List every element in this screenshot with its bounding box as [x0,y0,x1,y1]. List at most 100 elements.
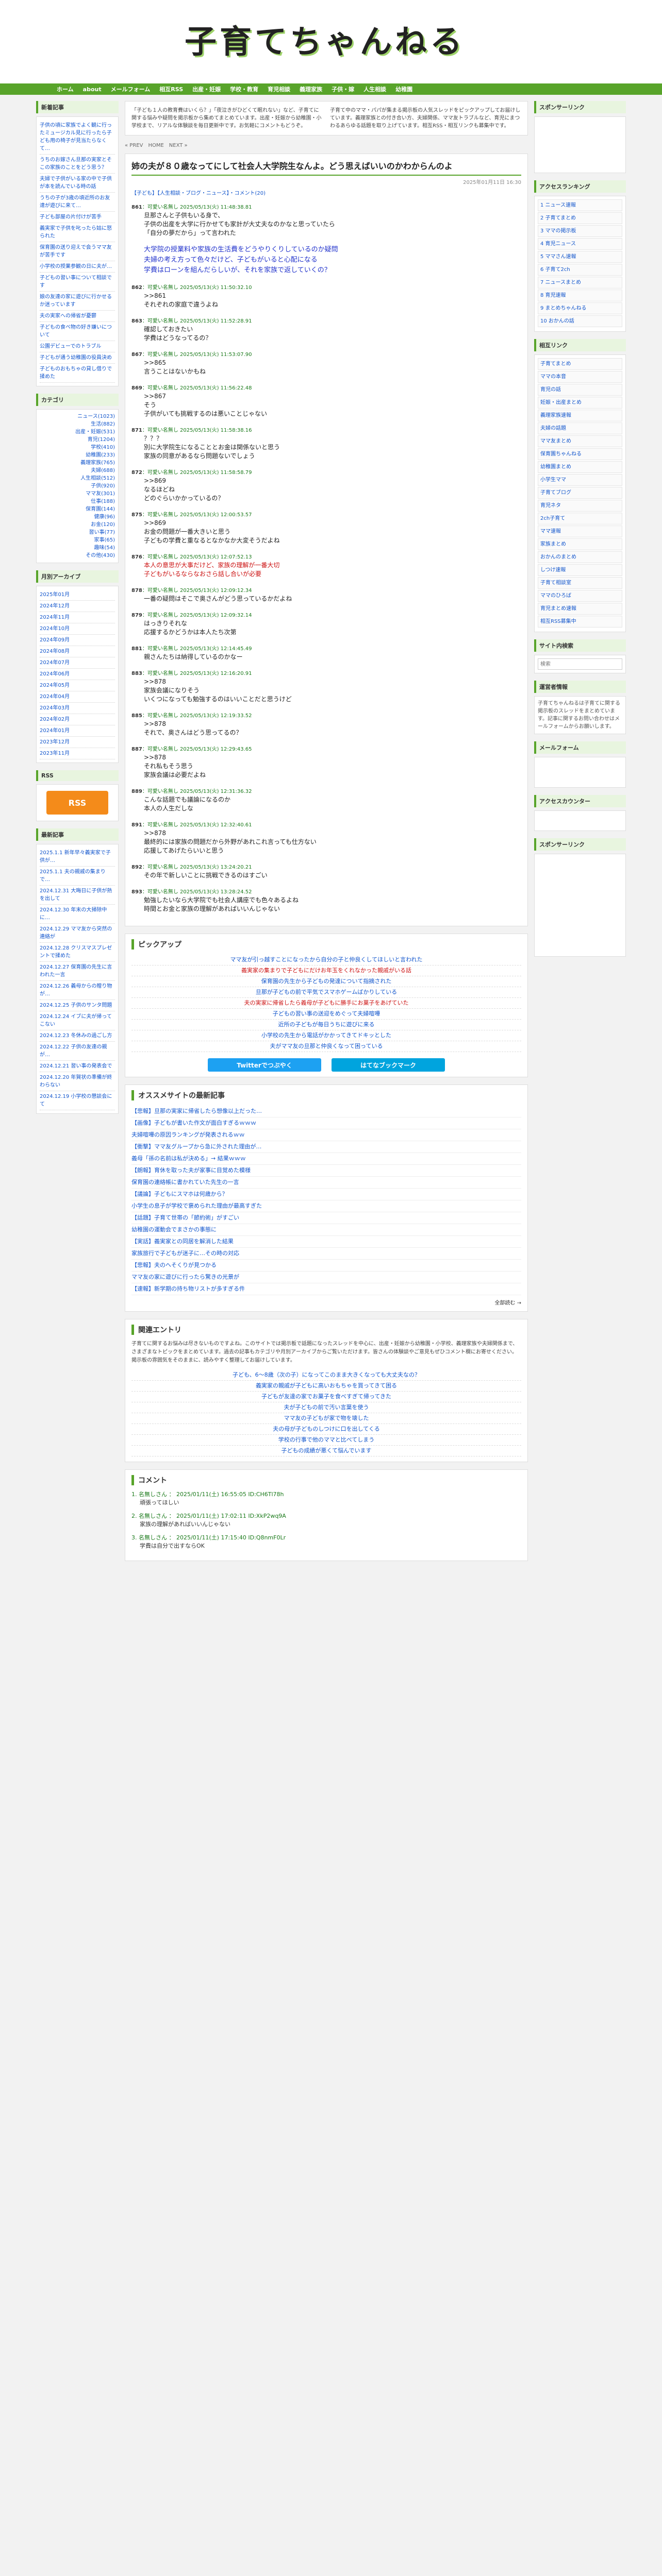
recent-article-link[interactable]: 2024.12.30 年末の大掃除中に… [40,905,115,924]
recommended-more-link[interactable]: 全部読む → [131,1298,521,1306]
new-article-link[interactable]: 子どもの習い事について相談です [40,273,115,292]
category-link[interactable]: 育児(1204) [40,436,115,444]
recent-article-link[interactable]: 2024.12.19 小学校の懇談会にて [40,1091,115,1110]
nav-item[interactable]: メールフォーム [111,85,151,93]
new-article-link[interactable]: うちの子が3歳の頃近所のお友達が遊びに来て… [40,193,115,212]
new-article-link[interactable]: 子ども部屋の片付けが苦手 [40,212,115,223]
archive-link[interactable]: 2024年01月 [40,725,115,737]
partner-link[interactable]: 義理家族速報 [538,410,622,421]
partner-link[interactable]: 夫婦の話題 [538,422,622,434]
partner-link[interactable]: おかんのまとめ [538,551,622,563]
archive-link[interactable]: 2024年02月 [40,714,115,725]
archive-link[interactable]: 2025年01月 [40,589,115,601]
archive-link[interactable]: 2023年12月 [40,737,115,748]
ranking-link[interactable]: 7 ニュースまとめ [538,277,622,289]
related-link[interactable]: 学校の行事で他のママと比べてしまう [131,1435,521,1446]
related-link[interactable]: 夫が子どもの前で汚い言葉を使う [131,1402,521,1413]
recent-article-link[interactable]: 2024.12.20 年賀状の準備が終わらない [40,1072,115,1091]
recommended-link[interactable]: 【実話】義実家との同居を解消した結果 [131,1236,521,1248]
recent-article-link[interactable]: 2024.12.31 大晦日に子供が熱を出して [40,886,115,905]
ranking-link[interactable]: 8 育児速報 [538,290,622,301]
category-link[interactable]: 保育園(144) [40,505,115,513]
nav-item[interactable]: 人生相談 [363,85,386,93]
new-article-link[interactable]: 義実家で子供を叱ったら姑に怒られた [40,223,115,242]
nav-item[interactable]: about [83,86,102,93]
mailform-box[interactable] [534,757,626,788]
pager-link[interactable]: « PREV [125,143,143,148]
partner-link[interactable]: ママ友まとめ [538,435,622,447]
partner-link[interactable]: ママの本音 [538,371,622,383]
recommended-link[interactable]: 【衝撃】ママ友グループから急に外された理由が… [131,1141,521,1153]
partner-link[interactable]: 子育てブログ [538,487,622,499]
archive-link[interactable]: 2024年10月 [40,623,115,635]
category-link[interactable]: 義理家族(765) [40,459,115,467]
recent-article-link[interactable]: 2024.12.29 ママ友から突然の連絡が [40,924,115,943]
recommended-link[interactable]: 小学生の息子が学校で褒められた理由が最高すぎた [131,1200,521,1212]
category-link[interactable]: 家事(65) [40,536,115,544]
recommended-link[interactable]: 幼稚園の運動会でまさかの事態に [131,1224,521,1236]
related-link[interactable]: 夫の母が子どものしつけに口を出してくる [131,1424,521,1435]
new-article-link[interactable]: 子どもが通う幼稚園の役員決め [40,352,115,364]
ranking-link[interactable]: 9 まとめちゃんねる [538,302,622,314]
partner-link[interactable]: しつけ速報 [538,564,622,576]
article-category[interactable]: 【子ども】【人生相談・ブログ・ニュース】・コメント(20) [131,189,521,196]
recommended-link[interactable]: 【悲報】旦那の実家に帰省したら想像以上だった… [131,1106,521,1117]
new-article-link[interactable]: 公園デビューでのトラブル [40,341,115,352]
related-link[interactable]: ママ友の子どもが家で物を壊した [131,1413,521,1424]
archive-link[interactable]: 2024年12月 [40,601,115,612]
partner-link[interactable]: 育児の話 [538,384,622,396]
nav-item[interactable]: 育児相談 [268,85,290,93]
recent-article-link[interactable]: 2024.12.26 義母からの贈り物が… [40,981,115,1000]
recent-article-link[interactable]: 2025.1.1 新年早々義実家で子供が… [40,848,115,867]
pickup-link[interactable]: 子どもの習い事の送迎をめぐって夫婦喧嘩 [131,1009,521,1020]
category-link[interactable]: 夫婦(688) [40,467,115,474]
recommended-link[interactable]: 【話題】子育て世帯の「節約術」がすごい [131,1212,521,1224]
recommended-link[interactable]: 義母「孫の名前は私が決める」→ 結果ｗｗｗ [131,1153,521,1165]
partner-link[interactable]: 保育園ちゃんねる [538,448,622,460]
archive-link[interactable]: 2024年04月 [40,691,115,703]
pickup-link[interactable]: ママ友が引っ越すことになったから自分の子と仲良くしてほしいと言われた [131,955,521,965]
pager-link[interactable]: HOME [148,143,163,148]
recommended-link[interactable]: 夫婦喧嘩の原因ランキングが発表されるｗｗ [131,1129,521,1141]
category-link[interactable]: ニュース(1023) [40,413,115,420]
category-link[interactable]: 出産・妊娠(531) [40,428,115,436]
site-logo[interactable]: 子育てちゃんねる [180,13,469,64]
nav-item[interactable]: 子供・嫁 [332,85,354,93]
ranking-link[interactable]: 4 育児ニュース [538,238,622,250]
site-search-input[interactable] [538,658,622,670]
new-article-link[interactable]: 子供の頃に家族でよく観に行ったミュージカル見に行ったら子ども用の椅子が見当たらな… [40,120,115,155]
pickup-link[interactable]: 夫がママ友の旦那と仲良くなって困っている [131,1041,521,1052]
pickup-link[interactable]: 旦那が子どもの前で平気でスマホゲームばかりしている [131,987,521,998]
nav-item[interactable]: 相互RSS [159,85,183,93]
archive-link[interactable]: 2024年05月 [40,680,115,691]
pickup-link[interactable]: 保育園の先生から子どもの発達について指摘された [131,976,521,987]
partner-link[interactable]: 相互RSS募集中 [538,616,622,628]
new-article-link[interactable]: 子どもの食べ物の好き嫌いについて [40,322,115,341]
recommended-link[interactable]: 【画像】子どもが書いた作文が面白すぎるｗｗｗ [131,1117,521,1129]
partner-link[interactable]: 幼稚園まとめ [538,461,622,473]
recommended-link[interactable]: 【朗報】育休を取った夫が家事に目覚めた模様 [131,1165,521,1177]
partner-link[interactable]: ママのひろば [538,590,622,602]
recommended-link[interactable]: 保育園の連絡帳に書かれていた先生の一言 [131,1177,521,1189]
related-link[interactable]: 子どもの成績が悪くて悩んでいます [131,1446,521,1456]
recommended-link[interactable]: 【速報】新学期の持ち物リストが多すぎる件 [131,1283,521,1295]
pickup-link[interactable]: 夫の実家に帰省したら義母が子どもに勝手にお菓子をあげていた [131,998,521,1009]
recent-article-link[interactable]: 2024.12.23 冬休みの過ごし方 [40,1030,115,1042]
ranking-link[interactable]: 3 ママの掲示板 [538,225,622,237]
recent-article-link[interactable]: 2024.12.21 習い事の発表会で [40,1061,115,1072]
category-link[interactable]: 生活(882) [40,420,115,428]
new-article-link[interactable]: 夫の実家への帰省が憂鬱 [40,311,115,322]
new-article-link[interactable]: 夫婦で子供がいる家の中で子供が本を読んでいる時の話 [40,174,115,193]
recommended-link[interactable]: 【悲報】夫のへそくりが見つかる [131,1260,521,1272]
recent-article-link[interactable]: 2025.1.1 夫の親戚の集まりで… [40,867,115,886]
recent-article-link[interactable]: 2024.12.27 保育園の先生に言われた一言 [40,962,115,981]
category-link[interactable]: 幼稚園(233) [40,451,115,459]
related-link[interactable]: 義実家の親戚が子どもに高いおもちゃを買ってきて困る [131,1381,521,1392]
ranking-link[interactable]: 10 おかんの話 [538,315,622,327]
category-link[interactable]: 趣味(54) [40,544,115,552]
twitter-share-button[interactable]: Twitterでつぶやく [208,1058,321,1072]
rss-icon[interactable]: RSS [46,791,108,815]
hatena-bookmark-button[interactable]: はてなブックマーク [332,1058,445,1072]
nav-item[interactable]: ホーム [57,85,74,93]
category-link[interactable]: 子供(920) [40,482,115,490]
